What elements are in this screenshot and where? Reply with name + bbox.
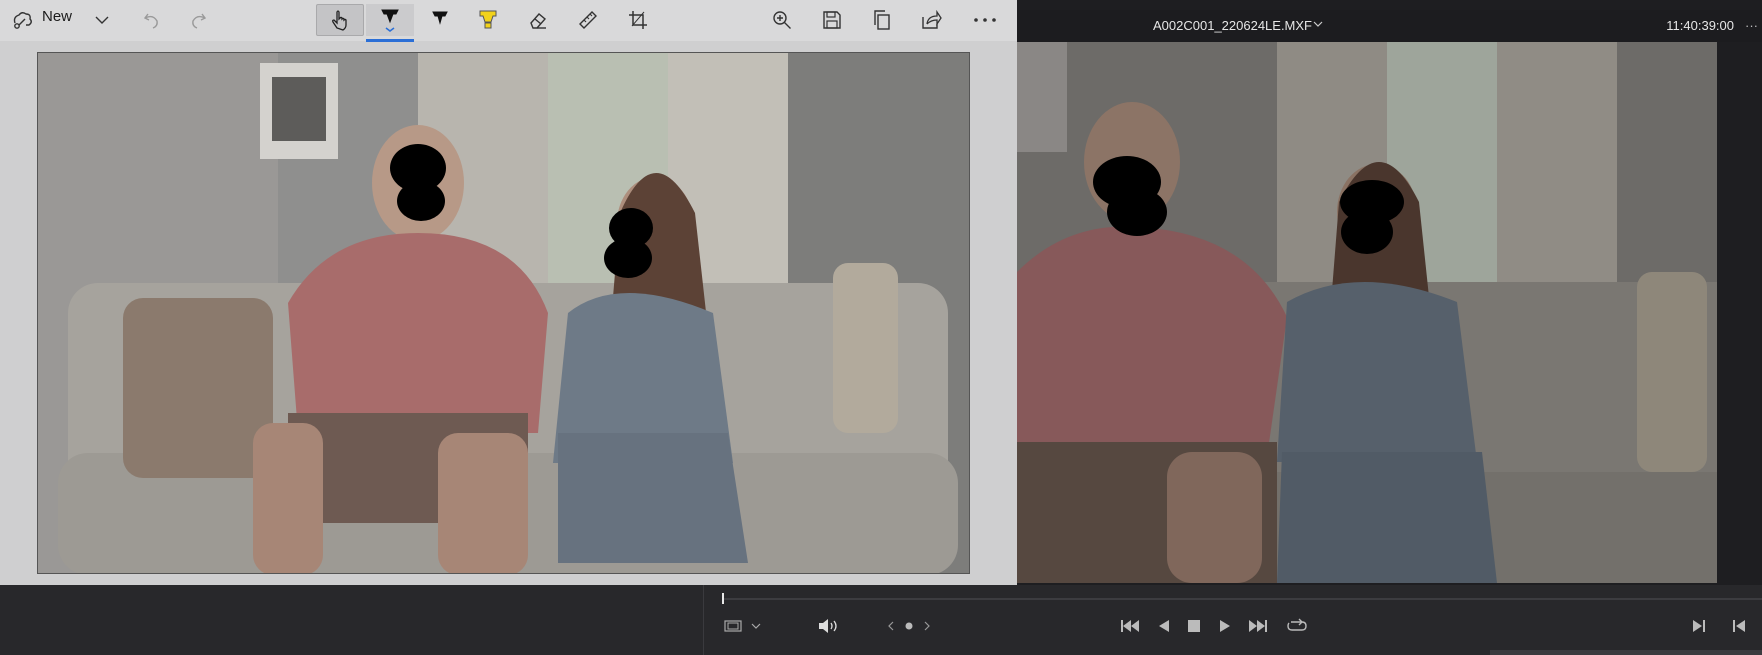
face-redaction <box>1341 210 1393 254</box>
copy-icon <box>874 10 890 30</box>
face-redaction <box>1107 188 1167 236</box>
snip-toolbar: New <box>0 0 1017 42</box>
loop-icon <box>1287 618 1307 631</box>
ballpoint-pen-button[interactable] <box>366 4 414 36</box>
redo-icon <box>192 13 207 29</box>
highlighter-button[interactable] <box>468 4 508 36</box>
chevron-down-icon <box>95 16 109 24</box>
zoom-button[interactable] <box>762 4 802 36</box>
new-snip-dropdown[interactable] <box>90 4 114 36</box>
skip-to-end-icon <box>1249 620 1267 632</box>
save-icon <box>823 11 841 29</box>
ruler-icon <box>579 11 597 29</box>
play-icon <box>1220 620 1230 632</box>
clip-name-dropdown[interactable]: A002C001_220624LE.MXF <box>1153 18 1312 33</box>
undo-icon <box>143 13 158 29</box>
jog-control[interactable] <box>887 616 931 636</box>
redo-button[interactable] <box>184 4 212 36</box>
eraser-button[interactable] <box>518 4 558 36</box>
go-to-end-button[interactable] <box>1248 616 1268 636</box>
face-redaction <box>604 238 652 278</box>
stop-button[interactable] <box>1188 616 1200 636</box>
snip-sketch-window: New <box>0 0 1017 585</box>
chevron-down-icon[interactable] <box>1313 20 1323 28</box>
pencil-button[interactable] <box>420 4 460 36</box>
touch-writing-icon <box>332 10 347 31</box>
timecode-display: 11:40:39:00 <box>1666 18 1734 33</box>
speaker-icon <box>819 619 837 633</box>
zoom-in-icon <box>773 11 791 29</box>
stop-icon <box>1188 620 1200 632</box>
panel-divider <box>703 585 704 655</box>
next-clip-icon <box>1693 620 1705 632</box>
active-tool-indicator <box>366 39 414 42</box>
ruler-button[interactable] <box>568 4 608 36</box>
play-reverse-button[interactable] <box>1158 616 1170 636</box>
snip-image-canvas[interactable] <box>37 52 970 574</box>
timeline-scrubber[interactable] <box>722 598 1762 600</box>
share-button[interactable] <box>911 4 951 36</box>
viewer-side-panel <box>1717 42 1762 583</box>
crop-icon <box>629 11 647 29</box>
new-snip-button[interactable] <box>6 4 38 36</box>
transport-bar <box>0 585 1762 655</box>
more-icon <box>974 18 996 22</box>
volume-button[interactable] <box>817 616 839 636</box>
next-clip-button[interactable] <box>1692 616 1706 636</box>
go-to-start-button[interactable] <box>1120 616 1140 636</box>
more-options-button[interactable] <box>965 4 1005 36</box>
highlighter-icon <box>479 10 497 29</box>
crop-button[interactable] <box>618 4 658 36</box>
loop-button[interactable] <box>1286 616 1308 636</box>
touch-writing-button[interactable] <box>316 4 364 36</box>
undo-button[interactable] <box>138 4 166 36</box>
bottom-toolbar-strip <box>1490 650 1762 655</box>
share-icon <box>922 9 942 29</box>
eraser-icon <box>530 13 547 29</box>
save-button[interactable] <box>812 4 852 36</box>
playhead-marker[interactable] <box>722 593 724 604</box>
copy-button[interactable] <box>862 4 902 36</box>
play-reverse-icon <box>1159 620 1169 632</box>
viewer-mode-icon <box>724 620 761 632</box>
skip-to-start-icon <box>1121 620 1139 632</box>
play-button[interactable] <box>1219 616 1231 636</box>
snip-icon <box>13 12 32 29</box>
pencil-icon <box>432 11 448 25</box>
captured-frame-image <box>38 53 969 573</box>
previous-clip-button[interactable] <box>1732 616 1746 636</box>
jog-wheel-icon <box>888 621 930 631</box>
viewer-mode-dropdown[interactable] <box>724 616 764 636</box>
viewer-header: A002C001_220624LE.MXF 11:40:39:00 ··· <box>1017 10 1762 42</box>
previous-clip-icon <box>1733 620 1745 632</box>
ballpoint-pen-icon <box>381 9 399 32</box>
viewer-options-menu[interactable]: ··· <box>1745 18 1758 33</box>
face-redaction <box>397 181 445 221</box>
new-snip-label[interactable]: New <box>42 8 72 25</box>
video-frame-image <box>1017 42 1717 583</box>
viewer-video-frame[interactable] <box>1017 42 1717 583</box>
